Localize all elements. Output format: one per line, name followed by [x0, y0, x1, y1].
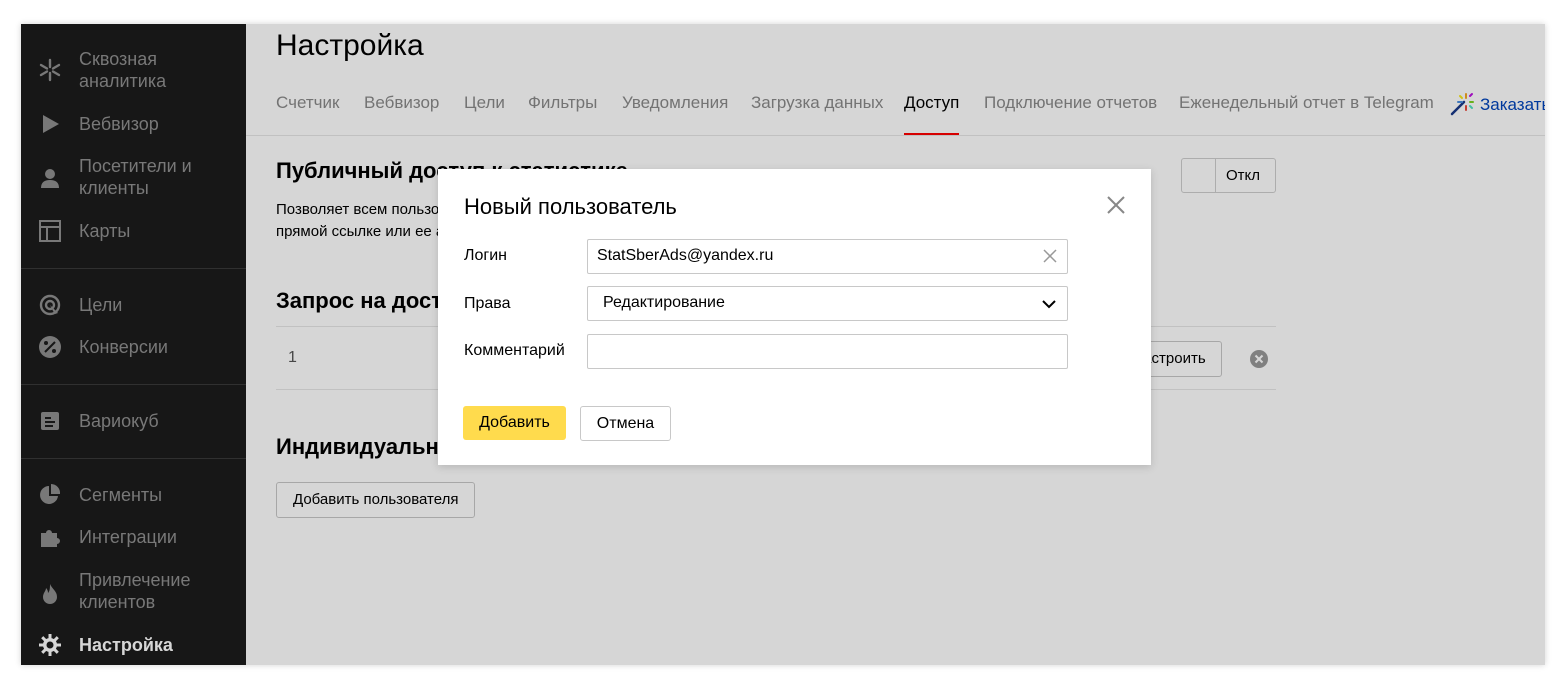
app-window: Сквозная аналитика Вебвизор Посетители и…	[21, 24, 1545, 665]
comment-field[interactable]	[587, 334, 1068, 369]
login-value: StatSberAds@yandex.ru	[597, 247, 774, 264]
close-icon[interactable]	[1105, 194, 1127, 216]
login-label: Логин	[464, 247, 508, 264]
rights-label: Права	[464, 295, 511, 312]
comment-label: Комментарий	[464, 342, 565, 359]
new-user-dialog: Новый пользователь Логин StatSberAds@yan…	[438, 169, 1151, 465]
login-field[interactable]: StatSberAds@yandex.ru	[587, 239, 1068, 274]
chevron-down-icon	[1042, 300, 1056, 309]
cancel-button[interactable]: Отмена	[580, 406, 671, 441]
clear-icon[interactable]	[1043, 249, 1057, 263]
add-button[interactable]: Добавить	[463, 406, 566, 440]
dialog-title: Новый пользователь	[464, 194, 677, 219]
rights-value: Редактирование	[603, 294, 725, 311]
rights-select[interactable]: Редактирование	[587, 286, 1068, 321]
